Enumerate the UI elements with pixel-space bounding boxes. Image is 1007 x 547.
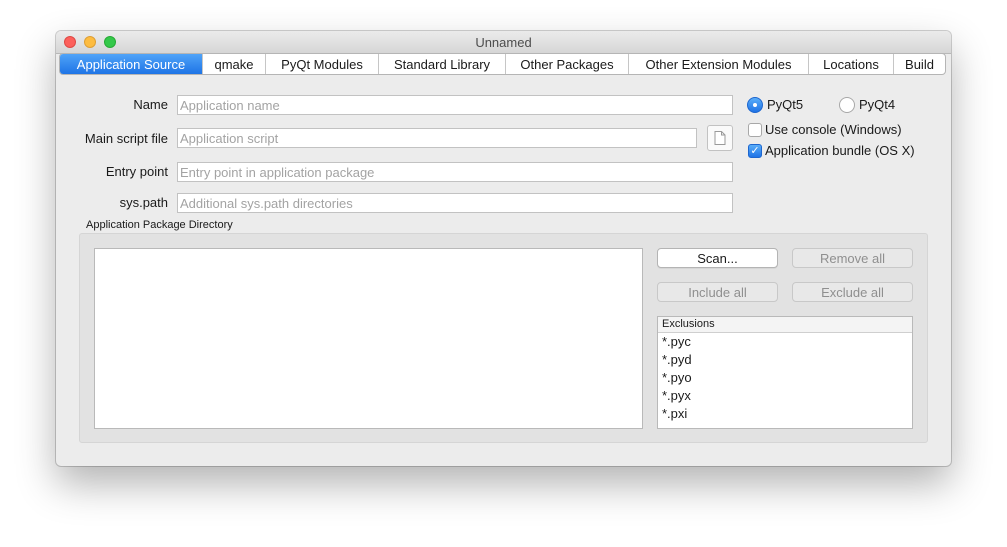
tab-bar: Application Source qmake PyQt Modules St…: [59, 53, 946, 75]
tab-qmake[interactable]: qmake: [202, 54, 265, 74]
exclusions-header: Exclusions: [658, 317, 912, 333]
application-bundle-checkbox[interactable]: ✓: [748, 144, 762, 158]
package-tree-list[interactable]: [94, 248, 643, 429]
package-directory-title: Application Package Directory: [86, 219, 233, 231]
window-title: Unnamed: [475, 35, 532, 50]
list-item[interactable]: *.pyo: [658, 369, 912, 387]
entry-point-placeholder: Entry point in application package: [180, 165, 375, 180]
list-item[interactable]: *.pxi: [658, 405, 912, 423]
tab-build[interactable]: Build: [893, 54, 945, 74]
pyqt5-label: PyQt5: [767, 97, 804, 112]
main-script-field[interactable]: Application script: [177, 128, 697, 148]
sys-path-field[interactable]: Additional sys.path directories: [177, 193, 733, 213]
title-bar[interactable]: Unnamed: [56, 31, 951, 54]
tab-pyqt-modules[interactable]: PyQt Modules: [265, 54, 378, 74]
main-script-label: Main script file: [84, 131, 168, 146]
pyqt4-radio[interactable]: [839, 97, 855, 113]
exclude-all-button[interactable]: Exclude all: [792, 282, 913, 302]
application-name-field[interactable]: Application name: [177, 95, 733, 115]
pyqt5-radio[interactable]: [747, 97, 763, 113]
entry-point-field[interactable]: Entry point in application package: [177, 162, 733, 182]
sys-path-placeholder: Additional sys.path directories: [180, 196, 353, 211]
scan-button[interactable]: Scan...: [657, 248, 778, 268]
tab-other-extension-modules[interactable]: Other Extension Modules: [628, 54, 808, 74]
remove-all-button[interactable]: Remove all: [792, 248, 913, 268]
use-console-label: Use console (Windows): [765, 122, 902, 137]
application-name-placeholder: Application name: [180, 98, 280, 113]
list-item[interactable]: *.pyd: [658, 351, 912, 369]
app-window: Unnamed Application Source qmake PyQt Mo…: [56, 31, 951, 466]
pyqt4-label: PyQt4: [859, 97, 896, 112]
entry-point-label: Entry point: [105, 164, 168, 179]
list-item[interactable]: *.pyc: [658, 333, 912, 351]
use-console-checkbox[interactable]: [748, 123, 762, 137]
browse-script-button[interactable]: [707, 125, 733, 151]
package-directory-group: Scan... Remove all Include all Exclude a…: [79, 233, 928, 443]
sys-path-label: sys.path: [119, 195, 168, 210]
checkmark-icon: ✓: [750, 145, 760, 157]
list-item[interactable]: *.pyx: [658, 387, 912, 405]
include-all-button[interactable]: Include all: [657, 282, 778, 302]
exclusions-list[interactable]: Exclusions *.pyc *.pyd *.pyo *.pyx *.pxi: [657, 316, 913, 429]
application-bundle-label: Application bundle (OS X): [765, 143, 915, 158]
tab-application-source[interactable]: Application Source: [60, 54, 202, 74]
tab-other-packages[interactable]: Other Packages: [505, 54, 628, 74]
document-icon: [714, 131, 726, 145]
tab-locations[interactable]: Locations: [808, 54, 893, 74]
tab-standard-library[interactable]: Standard Library: [378, 54, 505, 74]
main-script-placeholder: Application script: [180, 131, 279, 146]
name-label: Name: [133, 97, 168, 112]
